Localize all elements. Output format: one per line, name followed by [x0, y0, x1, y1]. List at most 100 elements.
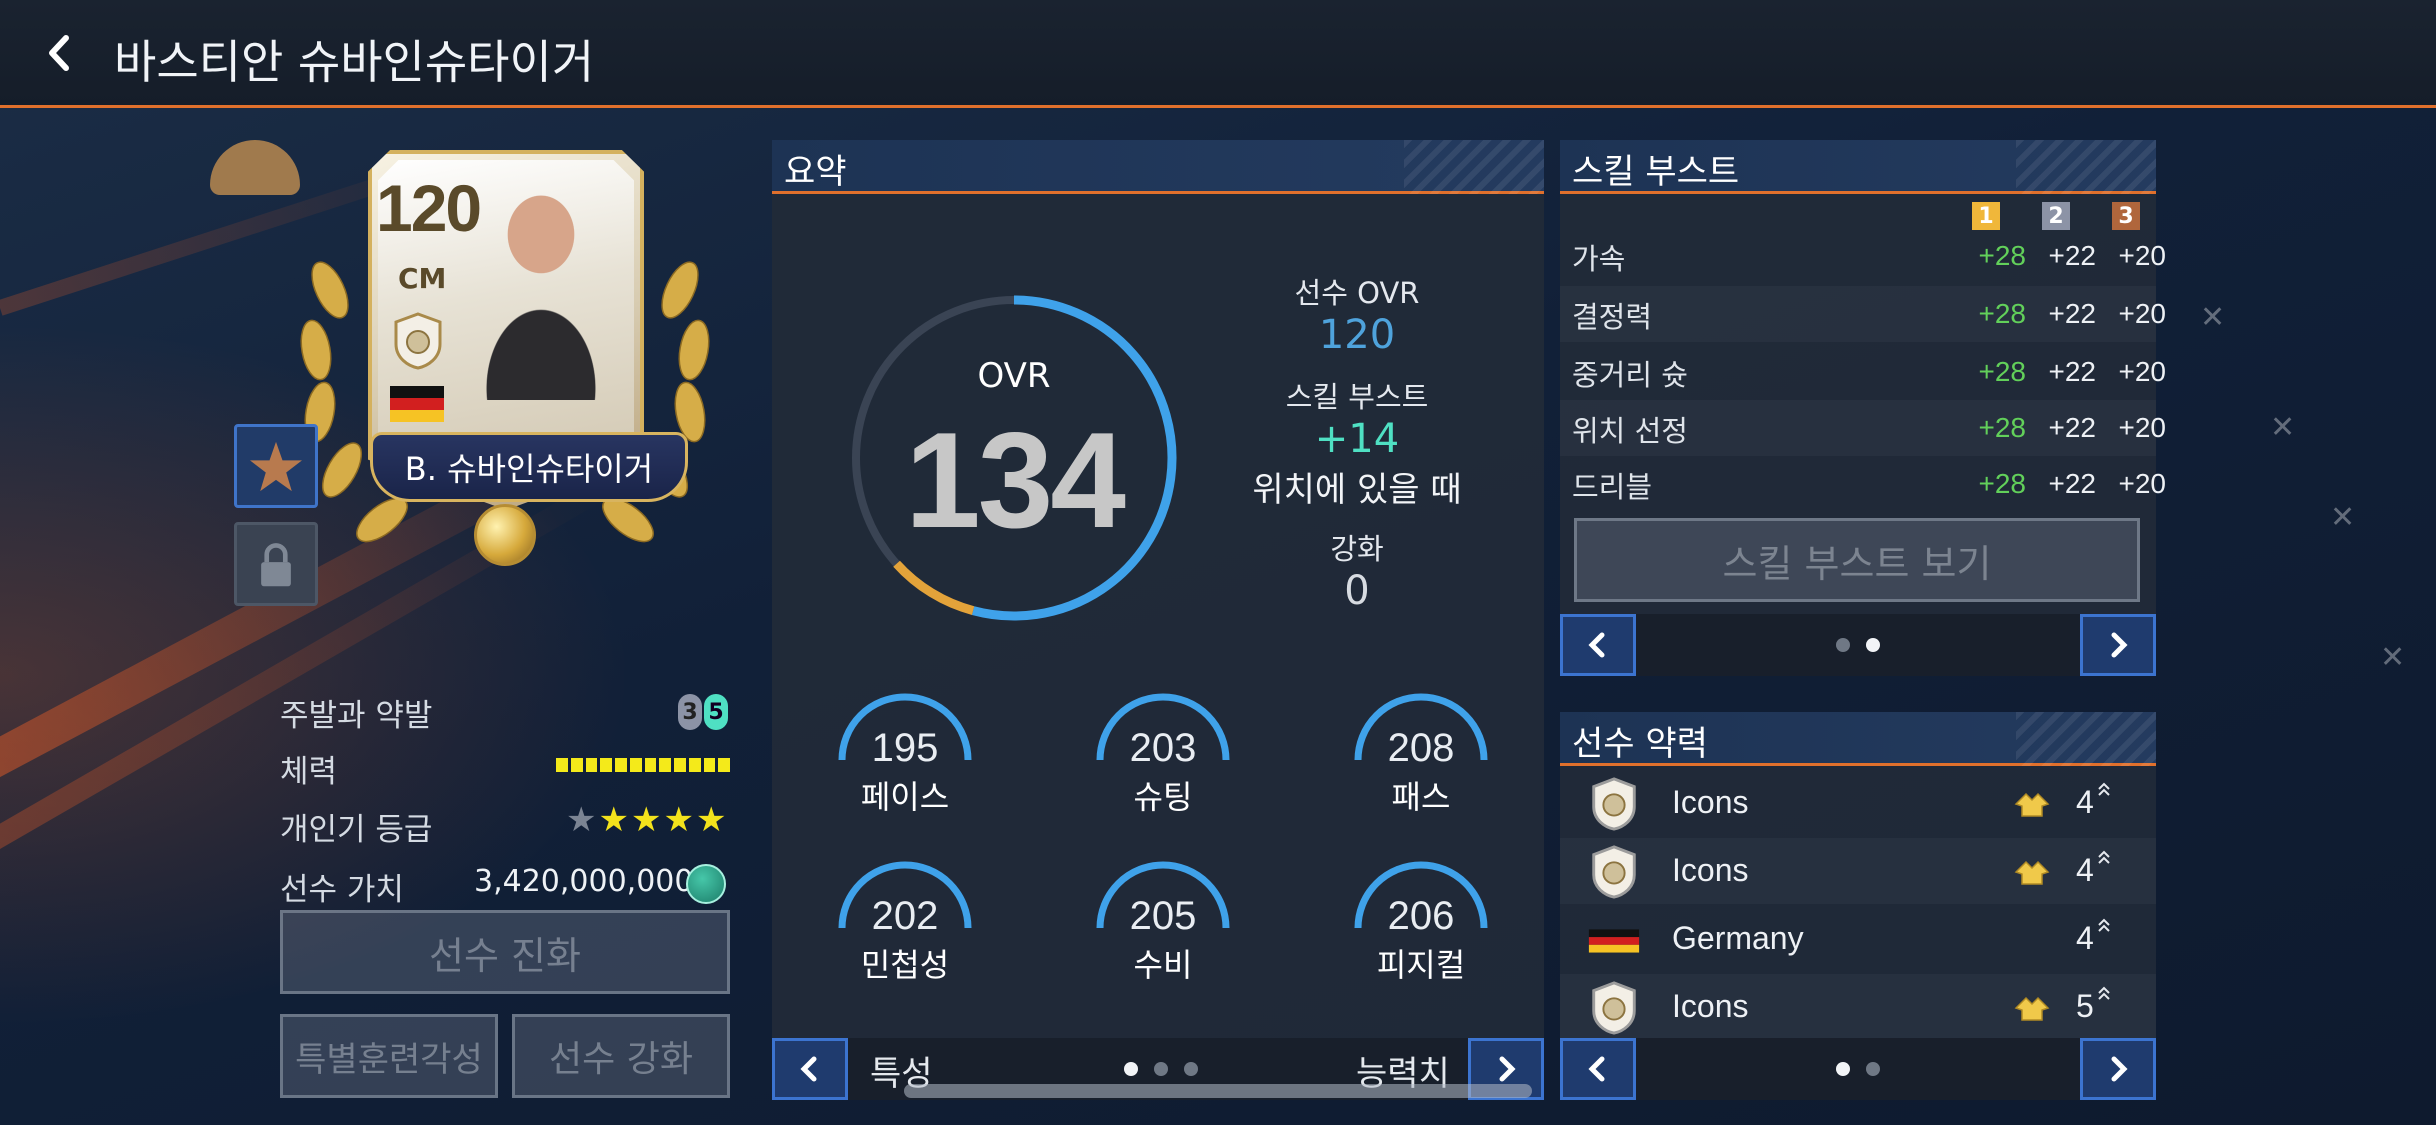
- skill-row: 위치 선정 +28 +22 +20: [1560, 400, 2166, 456]
- header-hatch: [2016, 712, 2156, 766]
- skill-rank3-value: +20: [2118, 468, 2167, 499]
- chevron-left-icon: [1588, 632, 1605, 658]
- stat-name: 민첩성: [860, 946, 950, 984]
- page-dot[interactable]: [1154, 1062, 1168, 1076]
- page-dot[interactable]: [1866, 1062, 1880, 1076]
- header-hatch: [2016, 140, 2156, 194]
- favorite-button[interactable]: [234, 424, 318, 508]
- prev-button[interactable]: [1560, 614, 1636, 676]
- prev-button[interactable]: [772, 1038, 848, 1100]
- prev-button[interactable]: [1560, 1038, 1636, 1100]
- card-position: CM: [398, 262, 447, 295]
- stat-name: 패스: [1391, 778, 1451, 816]
- career-count: 4: [2076, 784, 2094, 820]
- skill-rank1-value: +28: [1978, 412, 2027, 443]
- career-count: 4: [2076, 920, 2094, 956]
- skill-rank1-value: +28: [1978, 468, 2027, 499]
- double-chevron-up-icon: [2098, 782, 2110, 796]
- stat-gauge: 203 슈팅: [1088, 688, 1238, 818]
- skill-rank2-value: +22: [2048, 240, 2097, 271]
- stat-value: 206: [1387, 894, 1455, 938]
- skill-row: 결정력 +28 +22 +20: [1560, 286, 2166, 342]
- career-name: Icons: [1672, 988, 1749, 1024]
- skill-boost-title: 스킬 부스트: [1572, 152, 1740, 192]
- stat-gauge: 208 패스: [1346, 688, 1496, 818]
- next-button[interactable]: [2080, 614, 2156, 676]
- horizontal-scrollbar[interactable]: [904, 1084, 1532, 1098]
- star-icon: ★: [598, 800, 631, 840]
- stat-name: 피지컬: [1376, 946, 1466, 984]
- skill-boost-nav: [1560, 614, 2156, 676]
- decor-mark: ✕: [2330, 500, 2356, 535]
- next-button[interactable]: [2080, 1038, 2156, 1100]
- gold-jersey-icon: [2014, 792, 2050, 817]
- chevron-right-icon: [2111, 1056, 2128, 1082]
- skill-boost-note: 위치에 있을 때: [1252, 470, 1462, 510]
- stat-gauge: 202 민첩성: [830, 856, 980, 986]
- stat-name: 페이스: [860, 778, 950, 816]
- skill-name: 가속: [1572, 242, 1626, 276]
- player-ovr-block: 선수 OVR 120: [1212, 270, 1502, 358]
- evolve-button[interactable]: 선수 진화: [280, 910, 730, 994]
- skill-rank1-value: +28: [1978, 240, 2027, 271]
- back-button[interactable]: [36, 28, 86, 78]
- top-bar: 바스티안 슈바인슈타이거: [0, 0, 2436, 108]
- view-skill-boost-button[interactable]: 스킬 부스트 보기: [1574, 518, 2140, 602]
- player-ovr-value: 120: [1318, 312, 1396, 358]
- page-dot[interactable]: [1184, 1062, 1198, 1076]
- career-row[interactable]: Icons 4: [1560, 838, 2156, 904]
- special-training-button[interactable]: 특별훈련각성: [280, 1014, 498, 1098]
- skill-rank2-value: +22: [2048, 356, 2097, 387]
- skill-row: 가속 +28 +22 +20: [1560, 228, 2166, 284]
- page-dot[interactable]: [1866, 638, 1880, 652]
- stat-name: 수비: [1133, 946, 1193, 984]
- chevron-left-icon: [49, 35, 69, 71]
- rank-2-chip: 2: [2042, 202, 2070, 230]
- icons-badge-icon: [1592, 845, 1636, 899]
- decor-mark: ✕: [2380, 640, 2406, 675]
- chevron-left-icon: [1588, 1056, 1605, 1082]
- player-ovr-label: 선수 OVR: [1294, 276, 1420, 310]
- player-value: 3,420,000,000: [474, 864, 694, 899]
- header-hatch: [1404, 140, 1544, 194]
- skill-rank3-value: +20: [2118, 356, 2167, 387]
- star-icon: ★: [566, 800, 599, 840]
- skill-row: 중거리 슛 +28 +22 +20: [1560, 344, 2166, 400]
- career-title: 선수 약력: [1572, 724, 1708, 764]
- summary-header: 요약: [772, 140, 1544, 194]
- skill-name: 위치 선정: [1572, 414, 1688, 448]
- star-icon: [250, 441, 302, 492]
- page-title: 바스티안 슈바인슈타이거: [114, 35, 595, 89]
- career-count: 4: [2076, 852, 2094, 888]
- summary-panel: 요약 OVR 134 선수 OVR 120 스킬 부스트 +14 위치에 있을 …: [772, 140, 1544, 1100]
- enhance-block: 강화 0: [1212, 526, 1502, 614]
- page-dot[interactable]: [1836, 1062, 1850, 1076]
- career-panel: 선수 약력 Icons 4 Icons 4 Germany 4 Icons 5: [1560, 712, 2156, 1100]
- decor-mark: ✕: [2200, 300, 2226, 335]
- value-label: 선수 가치: [280, 872, 404, 908]
- career-row[interactable]: Icons 5: [1560, 974, 2156, 1040]
- career-row[interactable]: Germany 4: [1560, 906, 2156, 972]
- stat-value: 208: [1387, 726, 1455, 770]
- skill-rank1-value: +28: [1978, 298, 2027, 329]
- skill-rank3-value: +20: [2118, 240, 2167, 271]
- lock-button[interactable]: [234, 522, 318, 606]
- page-dot[interactable]: [1124, 1062, 1138, 1076]
- skill-rank3-value: +20: [2118, 412, 2167, 443]
- page-dot[interactable]: [1836, 638, 1850, 652]
- skill-name: 드리블: [1572, 470, 1653, 504]
- german-flag-icon: [1588, 929, 1640, 953]
- ovr-label: OVR: [977, 356, 1051, 396]
- rank-1-chip: 1: [1972, 202, 2000, 230]
- skill-boost-header: 스킬 부스트: [1560, 140, 2156, 194]
- popularity-label: 개인기 등급: [280, 812, 433, 848]
- career-row[interactable]: Icons 4: [1560, 770, 2156, 836]
- gold-jersey-icon: [2014, 996, 2050, 1021]
- stat-value: 205: [1129, 894, 1197, 938]
- stat-value: 203: [1129, 726, 1197, 770]
- enhance-button[interactable]: 선수 강화: [512, 1014, 730, 1098]
- double-chevron-up-icon: [2098, 850, 2110, 864]
- double-chevron-up-icon: [2098, 918, 2110, 932]
- career-header: 선수 약력: [1560, 712, 2156, 766]
- german-flag-icon: [390, 386, 444, 422]
